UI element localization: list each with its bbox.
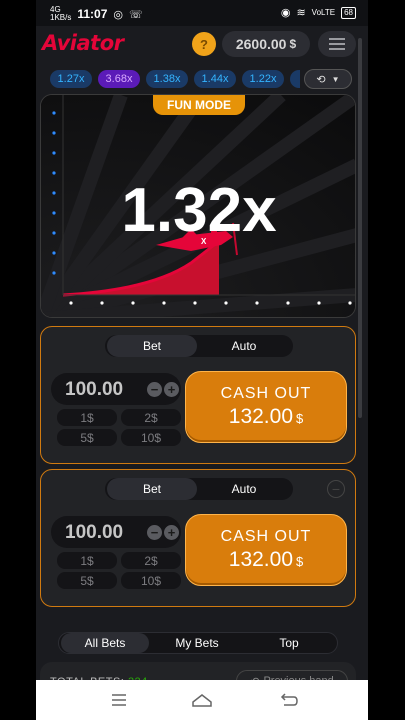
quick-amount-button[interactable]: 1$: [57, 409, 117, 426]
help-coin-icon[interactable]: ?: [192, 32, 216, 56]
history-pill[interactable]: 3.68x: [98, 70, 140, 88]
cash-out-value: 132.00: [228, 405, 293, 428]
minus-icon[interactable]: −: [147, 382, 162, 397]
history-pill[interactable]: 1.44x: [194, 70, 236, 88]
bet-mode-tabs: Bet Auto: [105, 335, 293, 357]
quick-amount-button[interactable]: 5$: [57, 572, 117, 589]
menu-button[interactable]: [318, 31, 356, 57]
cash-out-button[interactable]: CASH OUT 132.00 $: [185, 514, 347, 586]
bet-panel-1: Bet Auto 100.00 − + 1$ 2$ 5$ 10$ CASH OU…: [40, 326, 356, 464]
remove-panel-icon[interactable]: −: [327, 480, 345, 498]
system-nav-bar: [36, 680, 368, 720]
scrollbar[interactable]: [358, 28, 362, 678]
minus-icon[interactable]: −: [147, 525, 162, 540]
bet-panel-2: Bet Auto − 100.00 − + 1$ 2$ 5$ 10$ CASH …: [40, 469, 356, 607]
bets-list-tabs: All Bets My Bets Top: [58, 632, 338, 654]
bet-amount-value[interactable]: 100.00: [65, 522, 123, 544]
quick-amount-button[interactable]: 10$: [121, 429, 181, 446]
wifi-icon: ≋: [296, 7, 306, 19]
bet-amount-field[interactable]: 100.00 − +: [51, 516, 181, 548]
tab-top[interactable]: Top: [245, 633, 333, 653]
current-multiplier: 1.32x: [121, 176, 277, 245]
bet-amount-field[interactable]: 100.00 − +: [51, 373, 181, 405]
balance-display: 2600.00 $: [222, 31, 310, 57]
network-indicator: 4G 1KB/s: [50, 6, 71, 22]
quick-amount-button[interactable]: 10$: [121, 572, 181, 589]
plus-icon[interactable]: +: [164, 525, 179, 540]
bet-amount-value[interactable]: 100.00: [65, 379, 123, 401]
plus-icon[interactable]: +: [164, 382, 179, 397]
tab-auto[interactable]: Auto: [199, 478, 289, 500]
history-pill[interactable]: 1.38x: [146, 70, 188, 88]
status-bar: 4G 1KB/s 11:07 ◎ ☏ ◉ ≋ VoLTE 68: [36, 0, 368, 26]
balance-amount: 2600.00: [235, 36, 287, 52]
app-header: Aviator ? 2600.00 $: [36, 26, 368, 62]
network-speed: 1KB/s: [50, 13, 72, 22]
history-pill[interactable]: 1.27x: [50, 70, 92, 88]
hamburger-icon: [329, 38, 345, 40]
volte-label: VoLTE: [311, 7, 336, 17]
history-toggle-button[interactable]: ⟲ ▼: [304, 69, 352, 89]
tab-bet[interactable]: Bet: [107, 335, 197, 357]
cash-out-label: CASH OUT: [220, 385, 312, 402]
history-pill-partial: [290, 70, 300, 88]
cash-out-button[interactable]: CASH OUT 132.00 $: [185, 371, 347, 443]
home-icon[interactable]: [191, 690, 213, 710]
hamburger-line: [329, 48, 345, 50]
quick-amount-button[interactable]: 2$: [121, 552, 181, 569]
cash-out-currency: $: [296, 411, 304, 426]
cash-out-currency: $: [296, 554, 304, 569]
whatsapp-icon: ◎: [113, 8, 123, 21]
hamburger-line: [329, 43, 345, 45]
aviator-logo: Aviator: [42, 31, 124, 55]
scrollbar-thumb[interactable]: [358, 38, 362, 418]
balance-currency: $: [289, 37, 297, 51]
history-pill[interactable]: 1.22x: [242, 70, 284, 88]
tab-my-bets[interactable]: My Bets: [153, 633, 241, 653]
quick-amount-button[interactable]: 1$: [57, 552, 117, 569]
history-clock-icon: ⟲: [316, 73, 326, 86]
cash-out-value: 132.00: [228, 548, 293, 571]
tab-bet[interactable]: Bet: [107, 478, 197, 500]
location-icon: ◉: [280, 7, 291, 19]
wifi-calling-icon: ☏: [128, 8, 143, 21]
recent-apps-icon[interactable]: [108, 690, 130, 710]
right-margin: [368, 0, 405, 720]
multiplier-history: 1.27x 3.68x 1.38x 1.44x 1.22x ⟲ ▼: [36, 68, 368, 92]
back-icon[interactable]: [278, 690, 300, 710]
cash-out-amount: 132.00 $: [229, 405, 303, 429]
quick-amount-button[interactable]: 2$: [121, 409, 181, 426]
phone-screen: 4G 1KB/s 11:07 ◎ ☏ ◉ ≋ VoLTE 68 Aviator …: [36, 0, 368, 720]
tab-auto[interactable]: Auto: [199, 335, 289, 357]
cash-out-amount: 132.00 $: [229, 548, 303, 572]
bet-mode-tabs: Bet Auto: [105, 478, 293, 500]
chevron-down-icon: ▼: [331, 74, 340, 84]
tab-all-bets[interactable]: All Bets: [61, 633, 149, 653]
game-canvas: X FUN MODE 1.32x: [40, 94, 356, 318]
cash-out-label: CASH OUT: [220, 528, 312, 545]
fun-mode-badge: FUN MODE: [153, 95, 245, 115]
battery-icon: 68: [341, 6, 356, 19]
clock: 11:07: [77, 7, 108, 21]
quick-amount-button[interactable]: 5$: [57, 429, 117, 446]
left-margin: [0, 0, 36, 720]
